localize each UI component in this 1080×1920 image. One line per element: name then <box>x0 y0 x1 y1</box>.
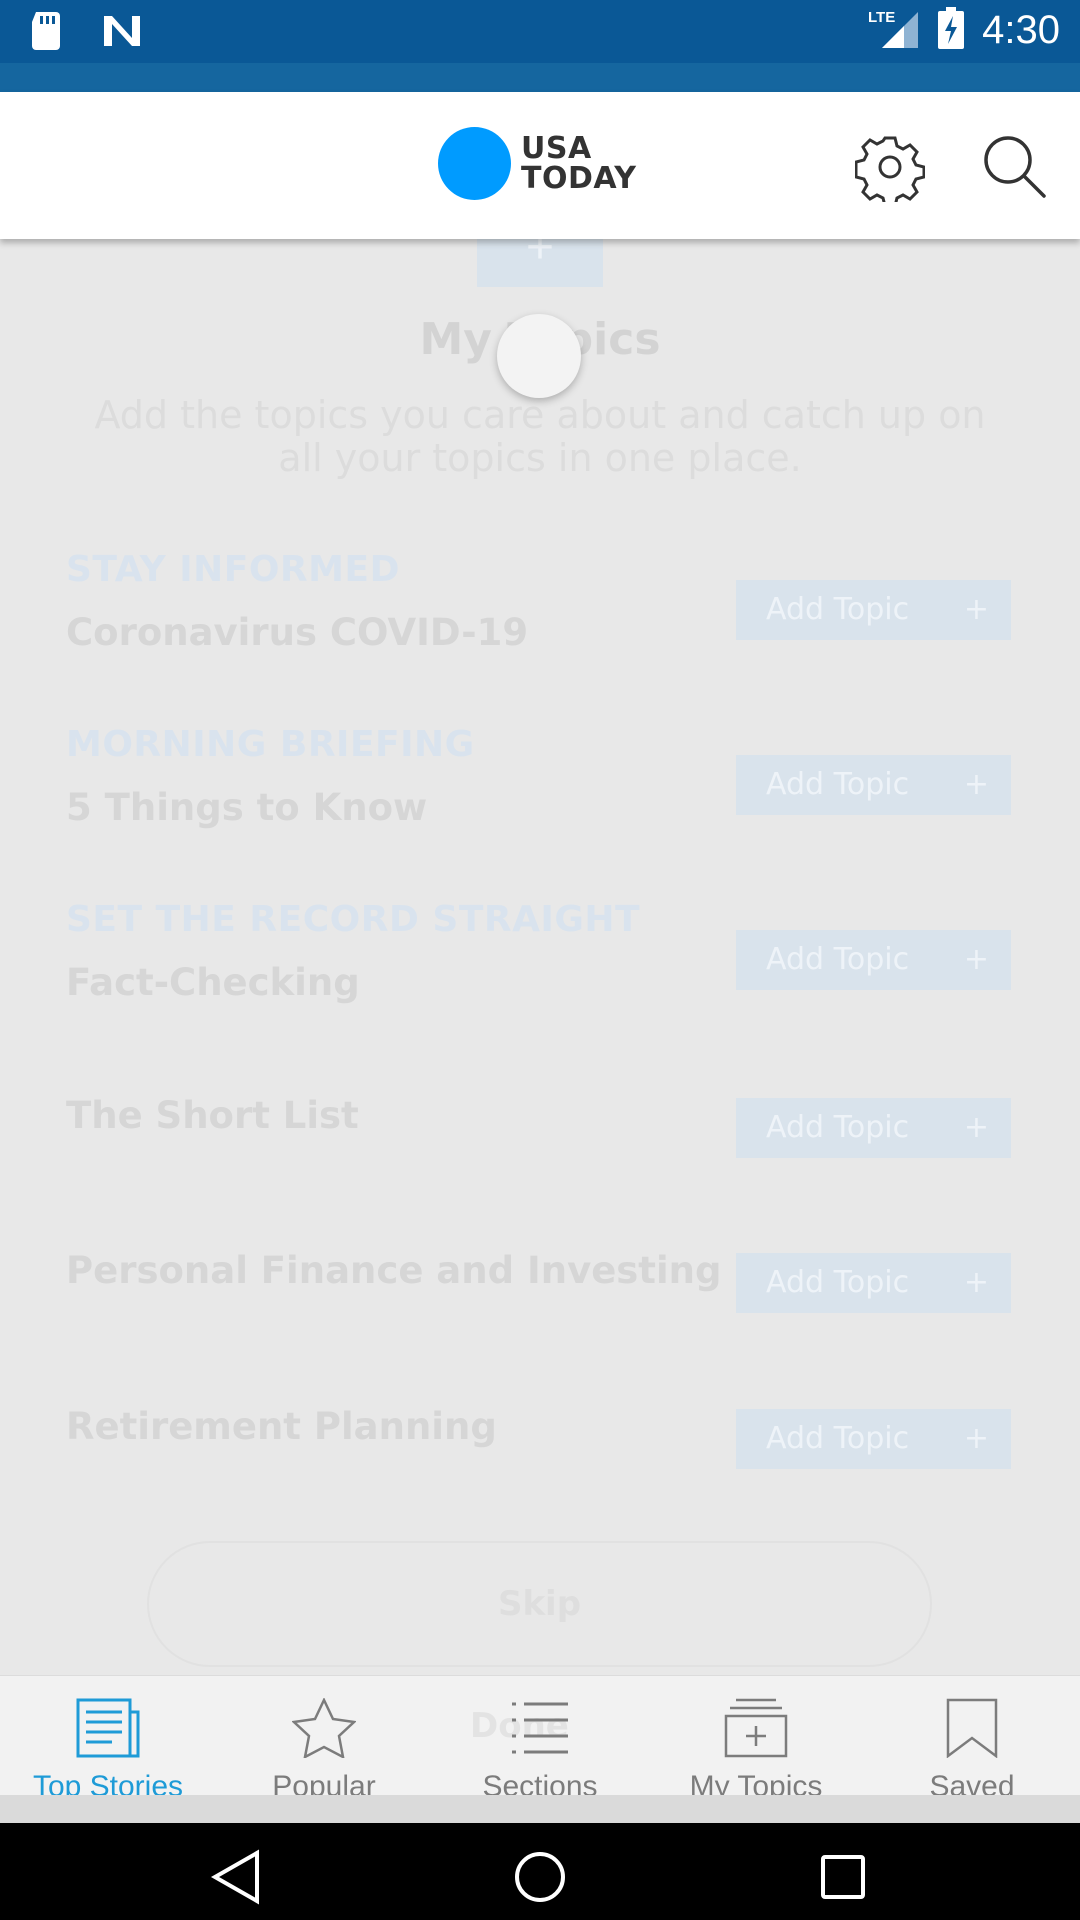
topic-name: Fact-Checking <box>66 961 360 1004</box>
system-navigation-bar <box>0 1823 1080 1920</box>
add-topic-label: Add Topic <box>766 1421 910 1456</box>
loading-spinner <box>497 314 581 398</box>
my-topics-plus-tile: + <box>477 239 603 287</box>
plus-icon: + <box>963 767 989 802</box>
svg-text:LTE: LTE <box>868 9 895 26</box>
topic-kicker: SET THE RECORD STRAIGHT <box>66 899 641 940</box>
add-topic-button[interactable]: Add Topic + <box>736 1409 1011 1469</box>
nav-sections[interactable]: Sections <box>432 1676 648 1803</box>
add-topic-button[interactable]: Add Topic + <box>736 930 1011 990</box>
nav-my-topics[interactable]: My Topics <box>648 1676 864 1803</box>
home-icon[interactable] <box>510 1847 570 1907</box>
topic-row: STAY INFORMED Coronavirus COVID-19 Add T… <box>66 549 1016 659</box>
status-strip <box>0 63 1080 92</box>
my-topics-panel: + My Topics Add the topics you care abou… <box>0 239 1080 1675</box>
plus-icon: + <box>963 1110 989 1145</box>
status-bar: LTE 4:30 <box>0 0 1080 63</box>
topic-name: Coronavirus COVID-19 <box>66 611 529 654</box>
add-topic-button[interactable]: Add Topic + <box>736 1098 1011 1158</box>
logo-line-1: USA <box>521 130 592 166</box>
logo-line-2: TODAY <box>521 160 637 196</box>
my-topics-subtitle: Add the topics you care about and catch … <box>94 393 986 480</box>
bottom-navigation: Done Top Stories Popular Sections My Top… <box>0 1675 1080 1803</box>
battery-charging-icon <box>938 7 965 54</box>
topic-name: Personal Finance and Investing <box>66 1249 722 1292</box>
add-topic-button[interactable]: Add Topic + <box>736 755 1011 815</box>
topic-name: 5 Things to Know <box>66 786 428 829</box>
bookmark-icon <box>946 1698 998 1758</box>
plus-icon: + <box>963 1421 989 1456</box>
nav-underlay <box>0 1795 1080 1823</box>
topic-name: The Short List <box>66 1094 359 1137</box>
search-icon[interactable] <box>980 132 1050 202</box>
topic-row: The Short List Add Topic + <box>66 1094 1016 1204</box>
plus-icon: + <box>963 942 989 977</box>
skip-button[interactable]: Skip <box>147 1541 932 1667</box>
app-header: USA TODAY <box>0 92 1080 239</box>
topic-name: Retirement Planning <box>66 1405 497 1448</box>
topic-row: SET THE RECORD STRAIGHT Fact-Checking Ad… <box>66 899 1016 1009</box>
plus-icon: + <box>963 1265 989 1300</box>
add-topic-button[interactable]: Add Topic + <box>736 1253 1011 1313</box>
topic-kicker: STAY INFORMED <box>66 549 400 590</box>
list-icon <box>512 1702 568 1754</box>
add-topic-label: Add Topic <box>766 592 910 627</box>
nav-top-stories[interactable]: Top Stories <box>0 1676 216 1803</box>
topic-row: Personal Finance and Investing Add Topic… <box>66 1249 1016 1359</box>
nav-saved[interactable]: Saved <box>864 1676 1080 1803</box>
topic-row: Retirement Planning Add Topic + <box>66 1405 1016 1515</box>
add-topic-button[interactable]: Add Topic + <box>736 580 1011 640</box>
logo-dot <box>438 127 511 200</box>
lte-signal-icon: LTE <box>868 6 920 55</box>
add-folder-icon <box>724 1698 788 1758</box>
add-topic-label: Add Topic <box>766 767 910 802</box>
recents-icon[interactable] <box>813 1847 873 1907</box>
usa-today-logo[interactable]: USA TODAY <box>438 127 636 200</box>
add-topic-label: Add Topic <box>766 1110 910 1145</box>
sd-card-icon <box>30 12 62 55</box>
star-icon <box>292 1698 356 1758</box>
n-notification-icon <box>102 14 142 53</box>
gear-icon[interactable] <box>854 132 926 208</box>
newspaper-icon <box>76 1698 140 1758</box>
add-topic-label: Add Topic <box>766 1265 910 1300</box>
topic-kicker: MORNING BRIEFING <box>66 724 475 765</box>
nav-popular[interactable]: Popular <box>216 1676 432 1803</box>
plus-icon: + <box>963 592 989 627</box>
add-topic-label: Add Topic <box>766 942 910 977</box>
status-time: 4:30 <box>982 8 1060 52</box>
topic-row: MORNING BRIEFING 5 Things to Know Add To… <box>66 724 1016 834</box>
back-icon[interactable] <box>207 1847 267 1907</box>
